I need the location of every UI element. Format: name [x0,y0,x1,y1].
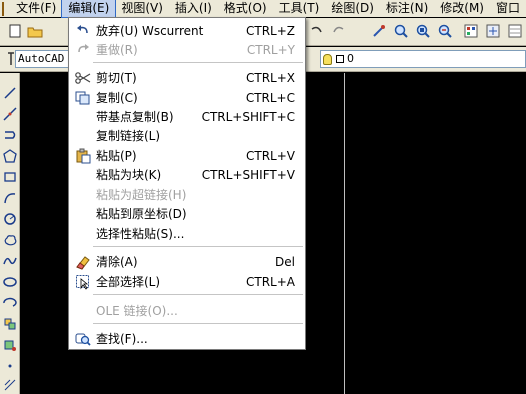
make-block-icon[interactable] [1,336,18,353]
menu-dimension[interactable]: 标注(N) [380,0,434,17]
ellipse-arc-icon[interactable] [1,294,18,311]
menu-separator [93,294,303,295]
point-icon[interactable] [1,357,18,374]
polyline-icon[interactable] [1,126,18,143]
edit-menu-dropdown: 放弃(U) Wscurrent CTRL+Z 重做(R) CTRL+Y 剪切(T… [68,17,306,350]
layer-color-swatch [335,55,344,63]
text-style-select[interactable]: AutoCAD 经 [15,50,70,68]
line-icon[interactable] [1,84,18,101]
layer-select[interactable]: 0 [320,50,526,68]
select-all-icon [75,274,91,290]
layer-name: 0 [347,52,354,65]
polygon-icon[interactable] [1,147,18,164]
spline-icon[interactable] [1,252,18,269]
menu-insert[interactable]: 插入(I) [169,0,218,17]
open-folder-icon[interactable] [26,22,44,40]
scissors-icon [75,70,91,86]
redo-icon [75,42,91,58]
menu-file[interactable]: 文件(F) [10,0,62,17]
tool-palette-icon[interactable] [506,22,524,40]
draw-toolbar [0,73,20,394]
zoom-realtime-icon[interactable] [392,22,410,40]
menu-item-cut[interactable]: 剪切(T) CTRL+X [69,68,305,87]
app-icon[interactable] [2,1,5,16]
menu-item-undo[interactable]: 放弃(U) Wscurrent CTRL+Z [69,21,305,40]
copy-icon [75,90,91,106]
revision-cloud-icon[interactable] [1,231,18,248]
crosshair-cursor [344,73,345,394]
properties-icon[interactable] [462,22,480,40]
menu-separator [93,323,303,324]
menu-bar: 文件(F) 编辑(E) 视图(V) 插入(I) 格式(O) 工具(T) 绘图(D… [0,0,526,18]
menu-edit[interactable]: 编辑(E) [61,0,117,18]
menu-item-ole-links[interactable]: OLE 链接(O)... [69,301,305,320]
rectangle-icon[interactable] [1,168,18,185]
hatch-icon[interactable] [1,376,18,393]
menu-item-select-all[interactable]: 全部选择(L) CTRL+A [69,272,305,291]
undo-icon [75,23,91,39]
menu-format[interactable]: 格式(O) [218,0,273,17]
menu-item-find[interactable]: 查找(F)... [69,329,305,348]
redo-toolbar-icon[interactable] [330,22,348,40]
menu-item-paste[interactable]: 粘贴(P) CTRL+V [69,146,305,165]
layer-bulb-icon [323,53,332,65]
construction-line-icon[interactable] [1,105,18,122]
menu-view[interactable]: 视图(V) [115,0,169,17]
insert-block-icon[interactable] [1,315,18,332]
circle-icon[interactable] [1,210,18,227]
menu-item-copy-with-base-point[interactable]: 带基点复制(B) CTRL+SHIFT+C [69,107,305,126]
menu-item-clear[interactable]: 清除(A) Del [69,252,305,271]
ellipse-icon[interactable] [1,273,18,290]
menu-draw[interactable]: 绘图(D) [325,0,380,17]
undo-toolbar-icon[interactable] [307,22,325,40]
menu-modify[interactable]: 修改(M) [434,0,490,17]
zoom-window-icon[interactable] [414,22,432,40]
arc-icon[interactable] [1,189,18,206]
design-center-icon[interactable] [484,22,502,40]
menu-separator [93,246,303,247]
menu-item-paste-as-block[interactable]: 粘贴为块(K) CTRL+SHIFT+V [69,165,305,184]
menu-item-copy[interactable]: 复制(C) CTRL+C [69,88,305,107]
new-file-icon[interactable] [6,22,24,40]
menu-item-redo[interactable]: 重做(R) CTRL+Y [69,40,305,59]
menu-item-paste-as-hyperlink[interactable]: 粘贴为超链接(H) [69,185,305,204]
menu-item-copy-link[interactable]: 复制链接(L) [69,126,305,145]
menu-tools[interactable]: 工具(T) [273,0,326,17]
eraser-icon [75,254,91,270]
menu-item-paste-to-original-coordinates[interactable]: 粘贴到原坐标(D) [69,204,305,223]
find-icon [75,331,91,347]
pan-icon[interactable] [370,22,388,40]
paste-icon [75,148,91,164]
menu-item-paste-special[interactable]: 选择性粘贴(S)... [69,224,305,243]
zoom-previous-icon[interactable] [436,22,454,40]
menu-window[interactable]: 窗口 [490,0,526,17]
menu-separator [93,62,303,63]
